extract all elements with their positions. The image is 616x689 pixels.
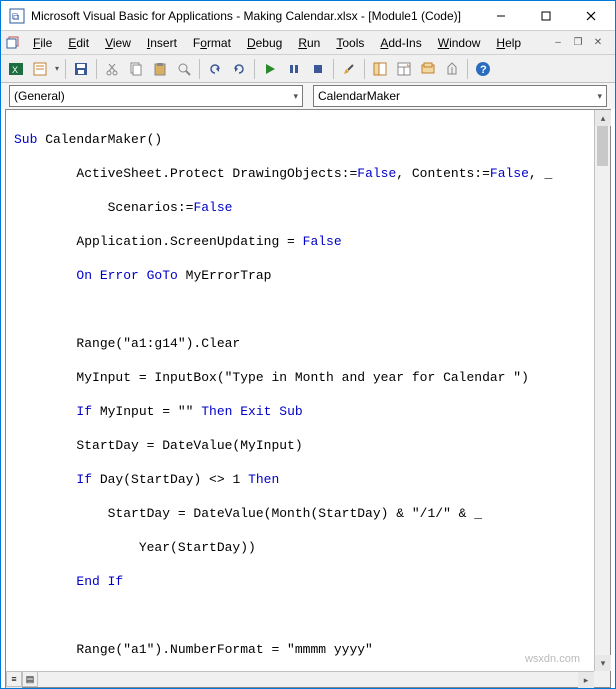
minimize-button[interactable] [478, 1, 523, 30]
properties-icon[interactable] [393, 58, 415, 80]
chevron-down-icon: ▾ [293, 91, 298, 102]
object-browser-icon[interactable] [417, 58, 439, 80]
menu-help[interactable]: Help [488, 33, 529, 53]
mdi-close-button[interactable]: ✕ [589, 35, 607, 51]
procedure-dropdown-value: CalendarMaker [318, 89, 400, 103]
menu-debug[interactable]: Debug [239, 33, 290, 53]
watermark-text: wsxdn.com [525, 653, 580, 665]
restore-icon[interactable] [5, 35, 21, 51]
toolbox-icon[interactable] [441, 58, 463, 80]
vertical-scrollbar[interactable]: ▴ ▾ [594, 110, 610, 671]
copy-icon[interactable] [125, 58, 147, 80]
menu-file[interactable]: File [25, 33, 60, 53]
mdi-minimize-button[interactable]: – [549, 35, 567, 51]
scroll-corner [594, 671, 610, 687]
svg-text:⧉: ⧉ [12, 12, 19, 23]
insert-dropdown-icon[interactable]: ▾ [53, 64, 61, 73]
view-excel-icon[interactable]: X [5, 58, 27, 80]
cut-icon[interactable] [101, 58, 123, 80]
maximize-button[interactable] [523, 1, 568, 30]
break-icon[interactable] [283, 58, 305, 80]
horizontal-scrollbar[interactable]: ≡ ▤ ◂ ▸ [6, 671, 594, 687]
mdi-restore-button[interactable]: ❐ [569, 35, 587, 51]
menu-addins[interactable]: Add-Ins [372, 33, 429, 53]
menu-bar: File Edit View Insert Format Debug Run T… [1, 31, 615, 55]
full-module-view-icon[interactable]: ▤ [22, 671, 38, 687]
paste-icon[interactable] [149, 58, 171, 80]
undo-icon[interactable] [204, 58, 226, 80]
window-title: Microsoft Visual Basic for Applications … [31, 9, 478, 23]
menu-insert[interactable]: Insert [139, 33, 185, 53]
menu-view[interactable]: View [97, 33, 139, 53]
scroll-thumb[interactable] [597, 126, 608, 166]
scroll-right-icon[interactable]: ▸ [578, 672, 594, 688]
title-bar: ⧉ Microsoft Visual Basic for Application… [1, 1, 615, 31]
code-dropdowns: (General) ▾ CalendarMaker ▾ [1, 83, 615, 109]
run-icon[interactable] [259, 58, 281, 80]
object-dropdown[interactable]: (General) ▾ [9, 85, 303, 107]
menu-format[interactable]: Format [185, 33, 239, 53]
design-mode-icon[interactable] [338, 58, 360, 80]
project-explorer-icon[interactable] [369, 58, 391, 80]
procedure-view-icon[interactable]: ≡ [6, 671, 22, 687]
svg-text:X: X [12, 65, 18, 75]
vba-app-icon: ⧉ [9, 8, 25, 24]
insert-module-icon[interactable] [29, 58, 51, 80]
scroll-down-icon[interactable]: ▾ [595, 655, 611, 671]
menu-run[interactable]: Run [290, 33, 328, 53]
toolbar: X ▾ ? [1, 55, 615, 83]
chevron-down-icon: ▾ [597, 91, 602, 102]
help-icon[interactable]: ? [472, 58, 494, 80]
menu-tools[interactable]: Tools [328, 33, 372, 53]
reset-icon[interactable] [307, 58, 329, 80]
object-dropdown-value: (General) [14, 89, 65, 103]
scroll-up-icon[interactable]: ▴ [595, 110, 611, 126]
save-icon[interactable] [70, 58, 92, 80]
code-editor-frame: Sub CalendarMaker() ActiveSheet.Protect … [5, 109, 611, 688]
redo-icon[interactable] [228, 58, 250, 80]
svg-text:?: ? [480, 64, 487, 76]
close-button[interactable] [568, 1, 613, 30]
menu-window[interactable]: Window [430, 33, 489, 53]
find-icon[interactable] [173, 58, 195, 80]
code-editor[interactable]: Sub CalendarMaker() ActiveSheet.Protect … [6, 110, 594, 671]
menu-edit[interactable]: Edit [60, 33, 97, 53]
procedure-dropdown[interactable]: CalendarMaker ▾ [313, 85, 607, 107]
